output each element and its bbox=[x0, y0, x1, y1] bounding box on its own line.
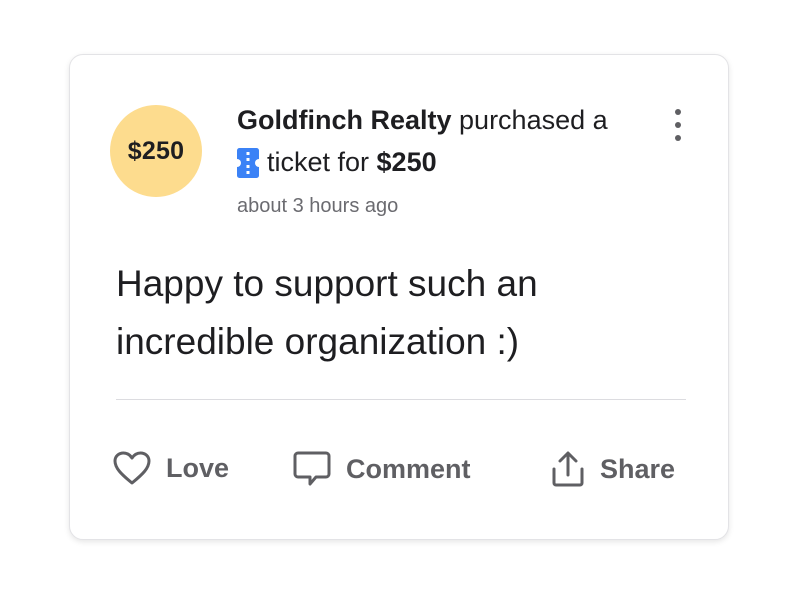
post-message: Happy to support such an incredible orga… bbox=[116, 255, 676, 371]
comment-button[interactable]: Comment bbox=[292, 450, 471, 488]
purchase-amount: $250 bbox=[376, 147, 437, 177]
timestamp: about 3 hours ago bbox=[237, 195, 399, 217]
avatar: $250 bbox=[110, 105, 202, 197]
comment-icon bbox=[292, 450, 332, 488]
more-vertical-icon[interactable] bbox=[666, 107, 690, 143]
menu-dot bbox=[675, 109, 681, 115]
love-label: Love bbox=[166, 452, 230, 483]
verb-text: purchased a bbox=[451, 105, 608, 135]
menu-dot bbox=[675, 122, 681, 128]
ticket-icon bbox=[233, 148, 263, 190]
love-button[interactable]: Love bbox=[112, 450, 229, 486]
message-line: incredible organization :) bbox=[116, 321, 520, 362]
message-line: Happy to support such an bbox=[116, 263, 538, 304]
avatar-amount: $250 bbox=[127, 136, 185, 165]
heart-icon bbox=[112, 450, 152, 486]
divider bbox=[116, 399, 686, 400]
ticket-text: ticket for bbox=[267, 147, 377, 177]
share-button[interactable]: Share bbox=[550, 450, 675, 488]
activity-headline: Goldfinch Realty purchased a ticket for … bbox=[233, 99, 667, 190]
activity-card: $250 Goldfinch Realty purchased a ticket… bbox=[69, 54, 729, 540]
actor-name[interactable]: Goldfinch Realty bbox=[237, 105, 452, 135]
menu-dot bbox=[675, 135, 681, 141]
comment-label: Comment bbox=[346, 453, 471, 484]
share-icon bbox=[550, 450, 586, 488]
share-label: Share bbox=[600, 453, 676, 484]
